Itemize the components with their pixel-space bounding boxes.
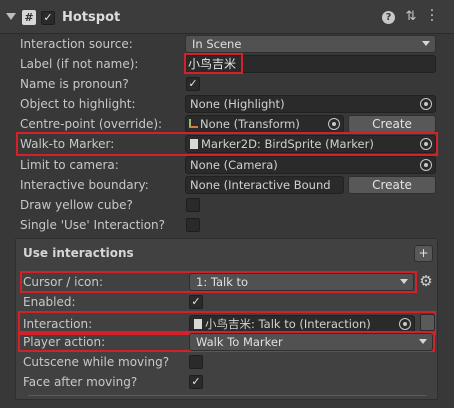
centre-point-label: Centre-point (override): bbox=[20, 117, 163, 131]
object-picker-icon[interactable] bbox=[420, 138, 432, 150]
collapse-triangle-icon[interactable] bbox=[6, 13, 16, 20]
transform-icon bbox=[189, 119, 198, 128]
chevron-down-icon bbox=[400, 279, 408, 284]
object-picker-icon[interactable] bbox=[328, 118, 340, 130]
interactive-boundary-label: Interactive boundary: bbox=[20, 178, 149, 192]
component-title: Hotspot bbox=[62, 10, 121, 25]
chevron-down-icon bbox=[422, 41, 430, 46]
name-is-pronoun-checkbox[interactable]: ✓ bbox=[186, 77, 200, 91]
walk-to-marker-label: Walk-to Marker: bbox=[20, 137, 115, 151]
script-file-icon bbox=[190, 139, 198, 149]
gear-icon[interactable]: ⚙ bbox=[419, 272, 433, 290]
script-file-icon bbox=[194, 319, 202, 329]
object-to-highlight-label: Object to highlight: bbox=[20, 97, 136, 111]
divider bbox=[28, 395, 426, 396]
kebab-menu-icon[interactable]: · · · bbox=[428, 4, 436, 28]
enabled-interaction-checkbox[interactable]: ✓ bbox=[189, 295, 203, 309]
interaction-source-dropdown[interactable]: In Scene bbox=[185, 35, 436, 53]
cutscene-while-moving-label: Cutscene while moving? bbox=[23, 355, 170, 369]
use-interactions-title: Use interactions bbox=[23, 246, 134, 260]
add-interaction-button[interactable]: + bbox=[414, 245, 433, 262]
script-icon: # bbox=[22, 10, 36, 25]
preset-icon[interactable]: ⇅ bbox=[404, 10, 418, 24]
draw-yellow-cube-checkbox[interactable] bbox=[186, 198, 200, 212]
walk-to-marker-field[interactable]: Marker2D: BirdSprite (Marker) bbox=[185, 135, 436, 153]
single-use-interaction-checkbox[interactable] bbox=[186, 218, 200, 232]
enabled-checkbox[interactable]: ✓ bbox=[41, 11, 55, 25]
player-action-label: Player action: bbox=[23, 335, 106, 349]
object-picker-icon[interactable] bbox=[420, 159, 432, 171]
object-picker-icon[interactable] bbox=[399, 318, 411, 330]
draw-yellow-cube-label: Draw yellow cube? bbox=[20, 198, 133, 212]
cursor-icon-dropdown[interactable]: 1: Talk to bbox=[189, 273, 414, 291]
interactive-boundary-field[interactable]: None (Interactive Bound bbox=[185, 176, 344, 194]
cursor-icon-label: Cursor / icon: bbox=[23, 275, 104, 289]
interaction-options-icon[interactable] bbox=[420, 314, 435, 331]
name-is-pronoun-label: Name is pronoun? bbox=[20, 77, 129, 91]
player-action-dropdown[interactable]: Walk To Marker bbox=[189, 333, 433, 351]
centre-point-field[interactable]: None (Transform) bbox=[185, 115, 344, 133]
limit-to-camera-label: Limit to camera: bbox=[20, 158, 119, 172]
face-after-moving-checkbox[interactable]: ✓ bbox=[189, 375, 203, 389]
interactive-boundary-create-button[interactable]: Create bbox=[348, 176, 436, 194]
enabled-label: Enabled: bbox=[23, 295, 76, 309]
object-picker-icon[interactable] bbox=[420, 98, 432, 110]
label-if-not-name-label: Label (if not name): bbox=[20, 57, 139, 71]
object-to-highlight-field[interactable]: None (Highlight) bbox=[185, 95, 436, 113]
limit-to-camera-field[interactable]: None (Camera) bbox=[185, 156, 436, 174]
chevron-down-icon bbox=[419, 339, 427, 344]
interaction-source-label: Interaction source: bbox=[20, 37, 133, 51]
centre-point-create-button[interactable]: Create bbox=[348, 115, 436, 133]
cutscene-while-moving-checkbox[interactable] bbox=[189, 355, 203, 369]
label-value-text: 小鸟吉米 bbox=[188, 57, 237, 71]
face-after-moving-label: Face after moving? bbox=[23, 375, 138, 389]
help-icon[interactable]: ? bbox=[382, 11, 395, 24]
single-use-interaction-label: Single 'Use' Interaction? bbox=[20, 218, 166, 232]
